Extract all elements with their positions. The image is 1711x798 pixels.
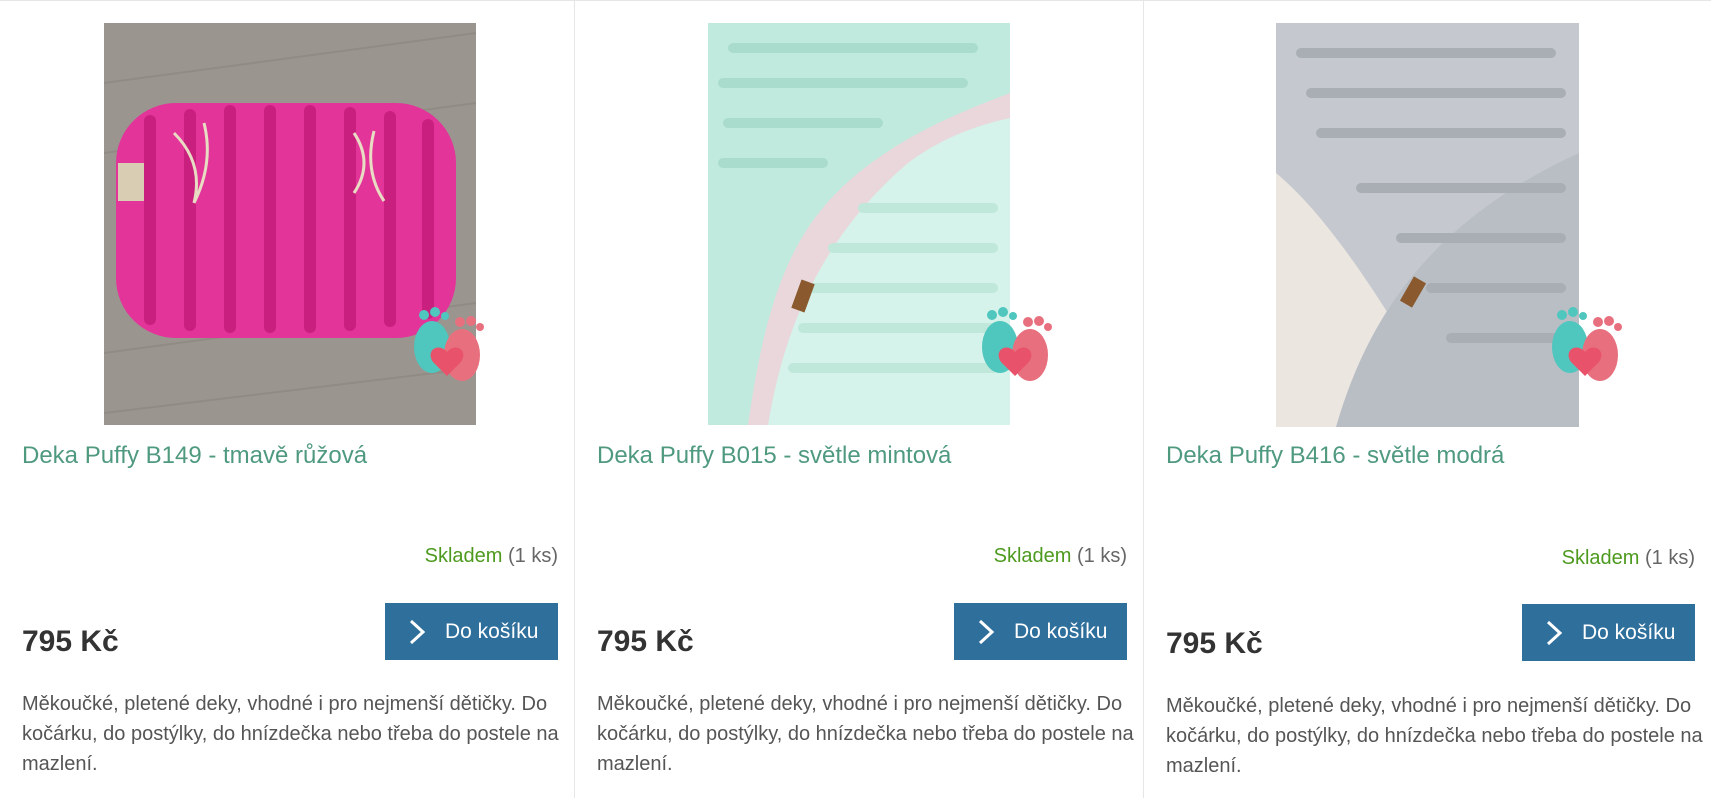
product-image[interactable] [708, 23, 1010, 425]
product-card: Deka Puffy B416 - světle modrá Skladem (… [1143, 1, 1711, 798]
stock-quantity: (1 ks) [1077, 545, 1127, 567]
availability: Skladem (1 ks) [994, 545, 1127, 568]
product-card: Deka Puffy B149 - tmavě růžová Skladem (… [0, 1, 574, 798]
baby-feet-heart-logo-icon [982, 307, 1052, 381]
add-to-cart-label: Do košíku [1014, 619, 1108, 643]
product-price: 795 Kč [22, 625, 119, 658]
chevron-right-icon [409, 619, 426, 644]
availability: Skladem (1 ks) [425, 545, 558, 568]
product-name-link[interactable]: Deka Puffy B149 - tmavě růžová [22, 442, 367, 470]
product-grid: Deka Puffy B149 - tmavě růžová Skladem (… [0, 0, 1711, 798]
product-card: Deka Puffy B015 - světle mintová Skladem… [574, 1, 1143, 798]
baby-feet-heart-logo-icon [414, 307, 484, 381]
stock-status: Skladem [424, 545, 503, 567]
product-name-link[interactable]: Deka Puffy B416 - světle modrá [1166, 442, 1504, 470]
chevron-right-icon [1546, 620, 1563, 645]
product-description: Měkoučké, pletené deky, vhodné i pro nej… [22, 693, 559, 775]
product-price: 795 Kč [1166, 627, 1263, 660]
stock-status: Skladem [1561, 547, 1640, 569]
add-to-cart-button[interactable]: Do košíku [1522, 604, 1695, 661]
availability: Skladem (1 ks) [1562, 547, 1695, 570]
add-to-cart-label: Do košíku [445, 619, 539, 643]
product-description: Měkoučké, pletené deky, vhodné i pro nej… [597, 693, 1134, 775]
product-price: 795 Kč [597, 625, 694, 658]
stock-status: Skladem [993, 545, 1072, 567]
product-name-link[interactable]: Deka Puffy B015 - světle mintová [597, 442, 951, 470]
chevron-right-icon [978, 619, 995, 644]
stock-quantity: (1 ks) [508, 545, 558, 567]
product-image[interactable] [1276, 23, 1579, 427]
add-to-cart-button[interactable]: Do košíku [954, 603, 1127, 660]
add-to-cart-button[interactable]: Do košíku [385, 603, 558, 660]
stock-quantity: (1 ks) [1645, 547, 1695, 569]
baby-feet-heart-logo-icon [1552, 307, 1622, 381]
product-description: Měkoučké, pletené deky, vhodné i pro nej… [1166, 695, 1703, 777]
add-to-cart-label: Do košíku [1582, 620, 1676, 644]
